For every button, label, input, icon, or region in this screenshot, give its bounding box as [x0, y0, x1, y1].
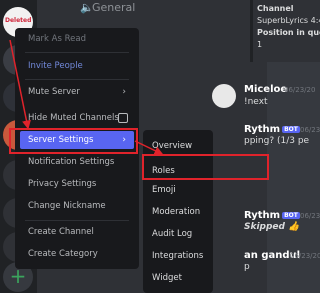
annotation-arrows: [9, 39, 164, 155]
arrow-to-roles: [134, 140, 164, 155]
arrow-to-server-settings: [9, 39, 31, 130]
